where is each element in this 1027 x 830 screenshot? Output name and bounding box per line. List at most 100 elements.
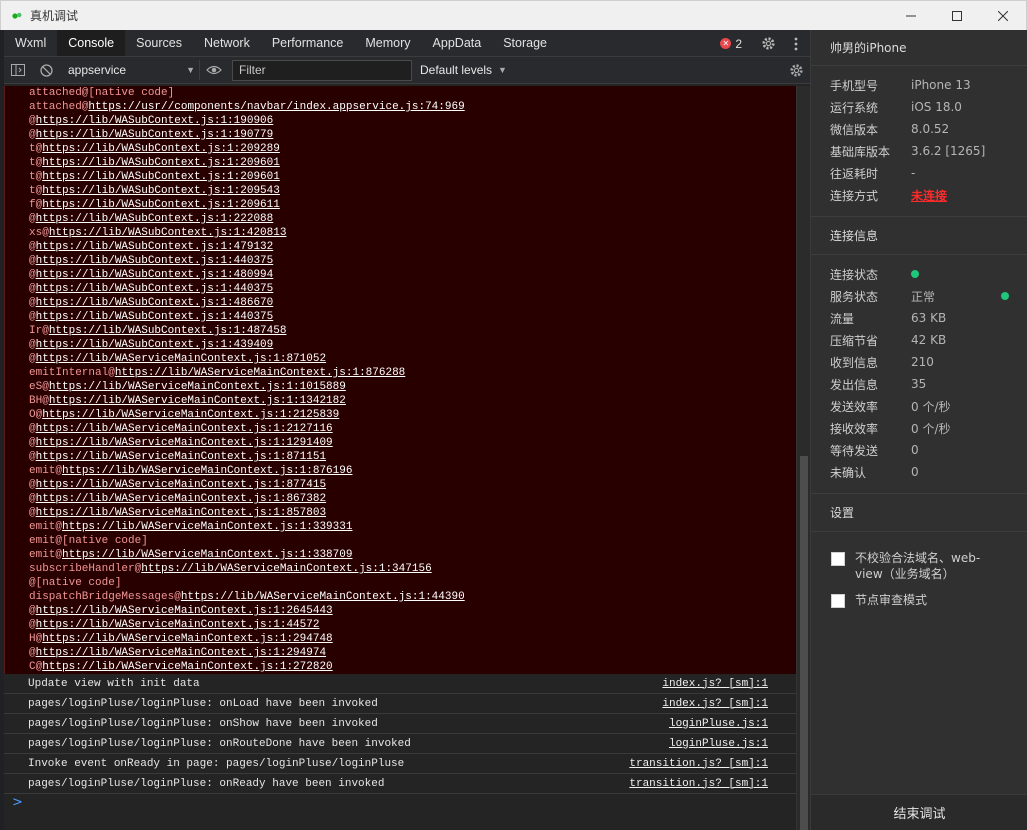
close-icon[interactable]: [980, 1, 1026, 31]
wechat-devtools-icon: [10, 9, 24, 23]
stack-source-link[interactable]: https://lib/WAServiceMainContext.js:1:27…: [42, 661, 332, 673]
log-levels-select[interactable]: Default levels ▼: [420, 63, 507, 77]
stack-source-link[interactable]: https://lib/WAServiceMainContext.js:1:85…: [36, 507, 326, 519]
info-key: 运行系统: [830, 100, 879, 115]
checkbox[interactable]: [831, 552, 845, 566]
stack-source-link[interactable]: https://lib/WASubContext.js:1:209601: [42, 171, 280, 183]
stack-source-link[interactable]: https://lib/WAServiceMainContext.js:1:21…: [36, 423, 333, 435]
checkbox[interactable]: [831, 594, 845, 608]
stack-source-link[interactable]: https://lib/WAServiceMainContext.js:1:44…: [36, 619, 320, 631]
stack-source-link[interactable]: https://lib/WASubContext.js:1:487458: [49, 325, 287, 337]
message-source-link[interactable]: index.js? [sm]:1: [662, 678, 768, 690]
tab-wxml[interactable]: Wxml: [4, 30, 57, 56]
context-select[interactable]: appservice ▼: [60, 60, 200, 80]
stack-source-link[interactable]: https://lib/WASubContext.js:1:209543: [42, 185, 280, 197]
settings-checkbox-row[interactable]: 不校验合法域名、web-view（业务域名）: [811, 550, 1027, 582]
stack-source-link[interactable]: https://lib/WAServiceMainContext.js:1:44…: [181, 591, 465, 603]
message-source-link[interactable]: loginPluse.js:1: [669, 718, 768, 730]
stack-function: @: [29, 605, 36, 617]
stack-source-link[interactable]: https://lib/WAServiceMainContext.js:1:13…: [49, 395, 346, 407]
stack-source-link[interactable]: https://lib/WAServiceMainContext.js:1:33…: [62, 549, 352, 561]
stack-source-link[interactable]: https://lib/WAServiceMainContext.js:1:29…: [36, 647, 326, 659]
message-source-link[interactable]: transition.js? [sm]:1: [629, 778, 768, 790]
console-scrollbar[interactable]: [796, 86, 810, 830]
tab-performance[interactable]: Performance: [261, 30, 355, 56]
info-key: 收到信息: [830, 355, 879, 370]
stack-source-link[interactable]: https://lib/WAServiceMainContext.js:1:87…: [62, 465, 352, 477]
stack-source-link[interactable]: https://lib/WAServiceMainContext.js:1:34…: [141, 563, 431, 575]
message-source-link[interactable]: index.js? [sm]:1: [662, 698, 768, 710]
stack-source-link[interactable]: https://usr//components/navbar/index.app…: [88, 101, 464, 113]
stack-source-link[interactable]: https://lib/WASubContext.js:1:209611: [42, 199, 280, 211]
console-toolbar: appservice ▼ Default levels ▼: [4, 57, 810, 84]
message-source-link[interactable]: transition.js? [sm]:1: [629, 758, 768, 770]
toggle-sidebar-icon[interactable]: [4, 57, 32, 84]
stack-source-link[interactable]: https://lib/WASubContext.js:1:486670: [36, 297, 274, 309]
error-count-badge[interactable]: ✕ 2: [720, 37, 742, 51]
stack-source-link[interactable]: https://lib/WAServiceMainContext.js:1:86…: [36, 493, 326, 505]
stack-source-link[interactable]: https://lib/WASubContext.js:1:190906: [36, 115, 274, 127]
tab-appdata[interactable]: AppData: [422, 30, 493, 56]
stack-function: C@: [29, 661, 43, 673]
clear-console-icon[interactable]: [32, 57, 60, 84]
device-info-row: 连接方式 未连接: [811, 184, 1027, 206]
stack-function: t@: [29, 157, 43, 169]
maximize-icon[interactable]: [934, 1, 980, 31]
end-debug-button[interactable]: 结束调试: [811, 794, 1027, 830]
stack-source-link[interactable]: https://lib/WASubContext.js:1:209601: [42, 157, 280, 169]
stack-source-link[interactable]: https://lib/WASubContext.js:1:420813: [49, 227, 287, 239]
stack-source-link[interactable]: https://lib/WAServiceMainContext.js:1:29…: [42, 633, 332, 645]
stack-function: @: [29, 255, 36, 267]
stack-source-link[interactable]: https://lib/WAServiceMainContext.js:1:33…: [62, 521, 352, 533]
stack-source-link[interactable]: https://lib/WAServiceMainContext.js:1:10…: [49, 381, 346, 393]
minimize-icon[interactable]: [888, 1, 934, 31]
stack-source-link[interactable]: https://lib/WAServiceMainContext.js:1:21…: [42, 409, 339, 421]
filter-input[interactable]: [232, 59, 412, 81]
stack-source-link[interactable]: https://lib/WAServiceMainContext.js:1:87…: [115, 367, 405, 379]
stack-source-link[interactable]: https://lib/WASubContext.js:1:209289: [42, 143, 280, 155]
stack-function: BH@: [29, 395, 49, 407]
stack-source-link[interactable]: https://lib/WAServiceMainContext.js:1:26…: [36, 605, 333, 617]
stack-source-link[interactable]: https://lib/WAServiceMainContext.js:1:87…: [36, 451, 326, 463]
stack-source-link[interactable]: https://lib/WASubContext.js:1:440375: [36, 255, 274, 267]
stack-source-link[interactable]: https://lib/WASubContext.js:1:440375: [36, 311, 274, 323]
stack-line: emit@https://lib/WAServiceMainContext.js…: [29, 520, 796, 534]
settings-checkbox-row[interactable]: 节点审查模式: [811, 592, 1027, 608]
console-prompt[interactable]: >: [12, 795, 23, 810]
stack-line: @https://lib/WAServiceMainContext.js:1:4…: [29, 618, 796, 632]
device-info-row: 运行系统 iOS 18.0: [811, 96, 1027, 118]
stack-source-link[interactable]: https://lib/WASubContext.js:1:479132: [36, 241, 274, 253]
stack-source-link[interactable]: https://lib/WASubContext.js:1:222088: [36, 213, 274, 225]
stack-source-link[interactable]: https://lib/WAServiceMainContext.js:1:87…: [36, 353, 326, 365]
tab-storage[interactable]: Storage: [492, 30, 558, 56]
device-info-row: 往返耗时 -: [811, 162, 1027, 184]
tab-console[interactable]: Console: [57, 30, 126, 56]
stack-source-link[interactable]: https://lib/WASubContext.js:1:190779: [36, 129, 274, 141]
stack-source-link[interactable]: https://lib/WAServiceMainContext.js:1:87…: [36, 479, 326, 491]
tab-memory[interactable]: Memory: [354, 30, 421, 56]
stack-function: @: [29, 297, 36, 309]
info-value: 210: [911, 355, 934, 369]
message-text: pages/loginPluse/loginPluse: onRouteDone…: [28, 737, 411, 750]
stack-function: t@: [29, 185, 43, 197]
stack-line: f@https://lib/WASubContext.js:1:209611: [29, 198, 796, 212]
connection-info-row: 发出信息 35: [811, 373, 1027, 395]
settings-gear-icon[interactable]: [754, 30, 782, 57]
stack-source-link[interactable]: https://lib/WASubContext.js:1:480994: [36, 269, 274, 281]
info-key: 微信版本: [830, 122, 879, 137]
stack-function: O@: [29, 409, 43, 421]
stack-source-link[interactable]: https://lib/WASubContext.js:1:440375: [36, 283, 274, 295]
stack-function: attached@[native code]: [29, 87, 175, 99]
console-message: pages/loginPluse/loginPluse: onShow have…: [4, 714, 796, 734]
console-settings-gear-icon[interactable]: [782, 57, 810, 84]
more-menu-icon[interactable]: [782, 30, 810, 57]
tab-sources[interactable]: Sources: [125, 30, 193, 56]
scrollbar-thumb[interactable]: [800, 456, 808, 830]
live-expression-eye-icon[interactable]: [200, 57, 228, 84]
info-key: 压缩节省: [830, 333, 879, 348]
connection-info-row: 压缩节省 42 KB: [811, 329, 1027, 351]
stack-source-link[interactable]: https://lib/WAServiceMainContext.js:1:12…: [36, 437, 333, 449]
message-source-link[interactable]: loginPluse.js:1: [669, 738, 768, 750]
stack-source-link[interactable]: https://lib/WASubContext.js:1:439409: [36, 339, 274, 351]
tab-network[interactable]: Network: [193, 30, 261, 56]
